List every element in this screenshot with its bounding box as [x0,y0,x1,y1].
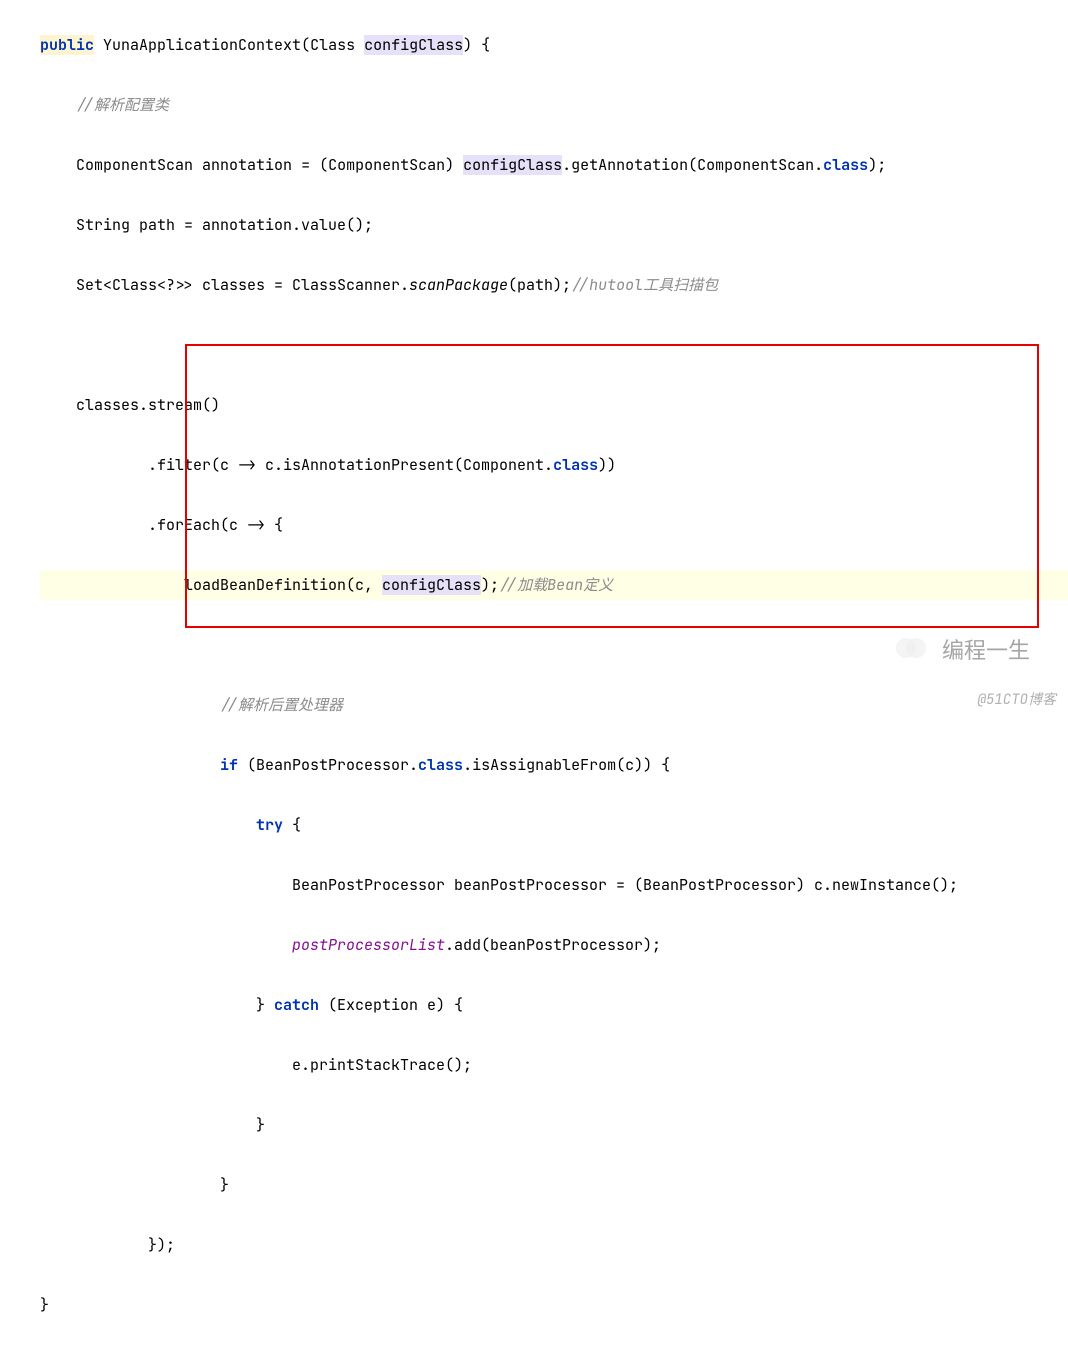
code-line: e.printStackTrace(); [40,1050,1068,1080]
code-line: ComponentScan annotation = (ComponentSca… [40,150,1068,180]
code-line: } catch (Exception e) { [40,990,1068,1020]
code-line: //解析配置类 [40,90,1068,120]
code-line: }); [40,1230,1068,1260]
code-line: public YunaApplicationContext(Class conf… [40,30,1068,60]
code-line: BeanPostProcessor beanPostProcessor = (B… [40,870,1068,900]
code-line: String path = annotation.value(); [40,210,1068,240]
code-line: if (BeanPostProcessor.class.isAssignable… [40,750,1068,780]
code-line: } [40,1290,1068,1320]
code-line: } [40,1110,1068,1140]
code-line: //解析后置处理器 [40,690,1068,720]
code-line: classes.stream() [40,390,1068,420]
code-line: } [40,1170,1068,1200]
code-line [40,330,1068,360]
code-line: .forEach(c -> { [40,510,1068,540]
code-line: try { [40,810,1068,840]
code-line: postProcessorList.add(beanPostProcessor)… [40,930,1068,960]
code-editor[interactable]: public YunaApplicationContext(Class conf… [0,0,1068,1350]
code-line [40,630,1068,660]
code-line: .filter(c -> c.isAnnotationPresent(Compo… [40,450,1068,480]
code-line-highlighted: loadBeanDefinition(c, configClass);//加载B… [40,570,1068,600]
code-line: Set<Class<?>> classes = ClassScanner.sca… [40,270,1068,300]
